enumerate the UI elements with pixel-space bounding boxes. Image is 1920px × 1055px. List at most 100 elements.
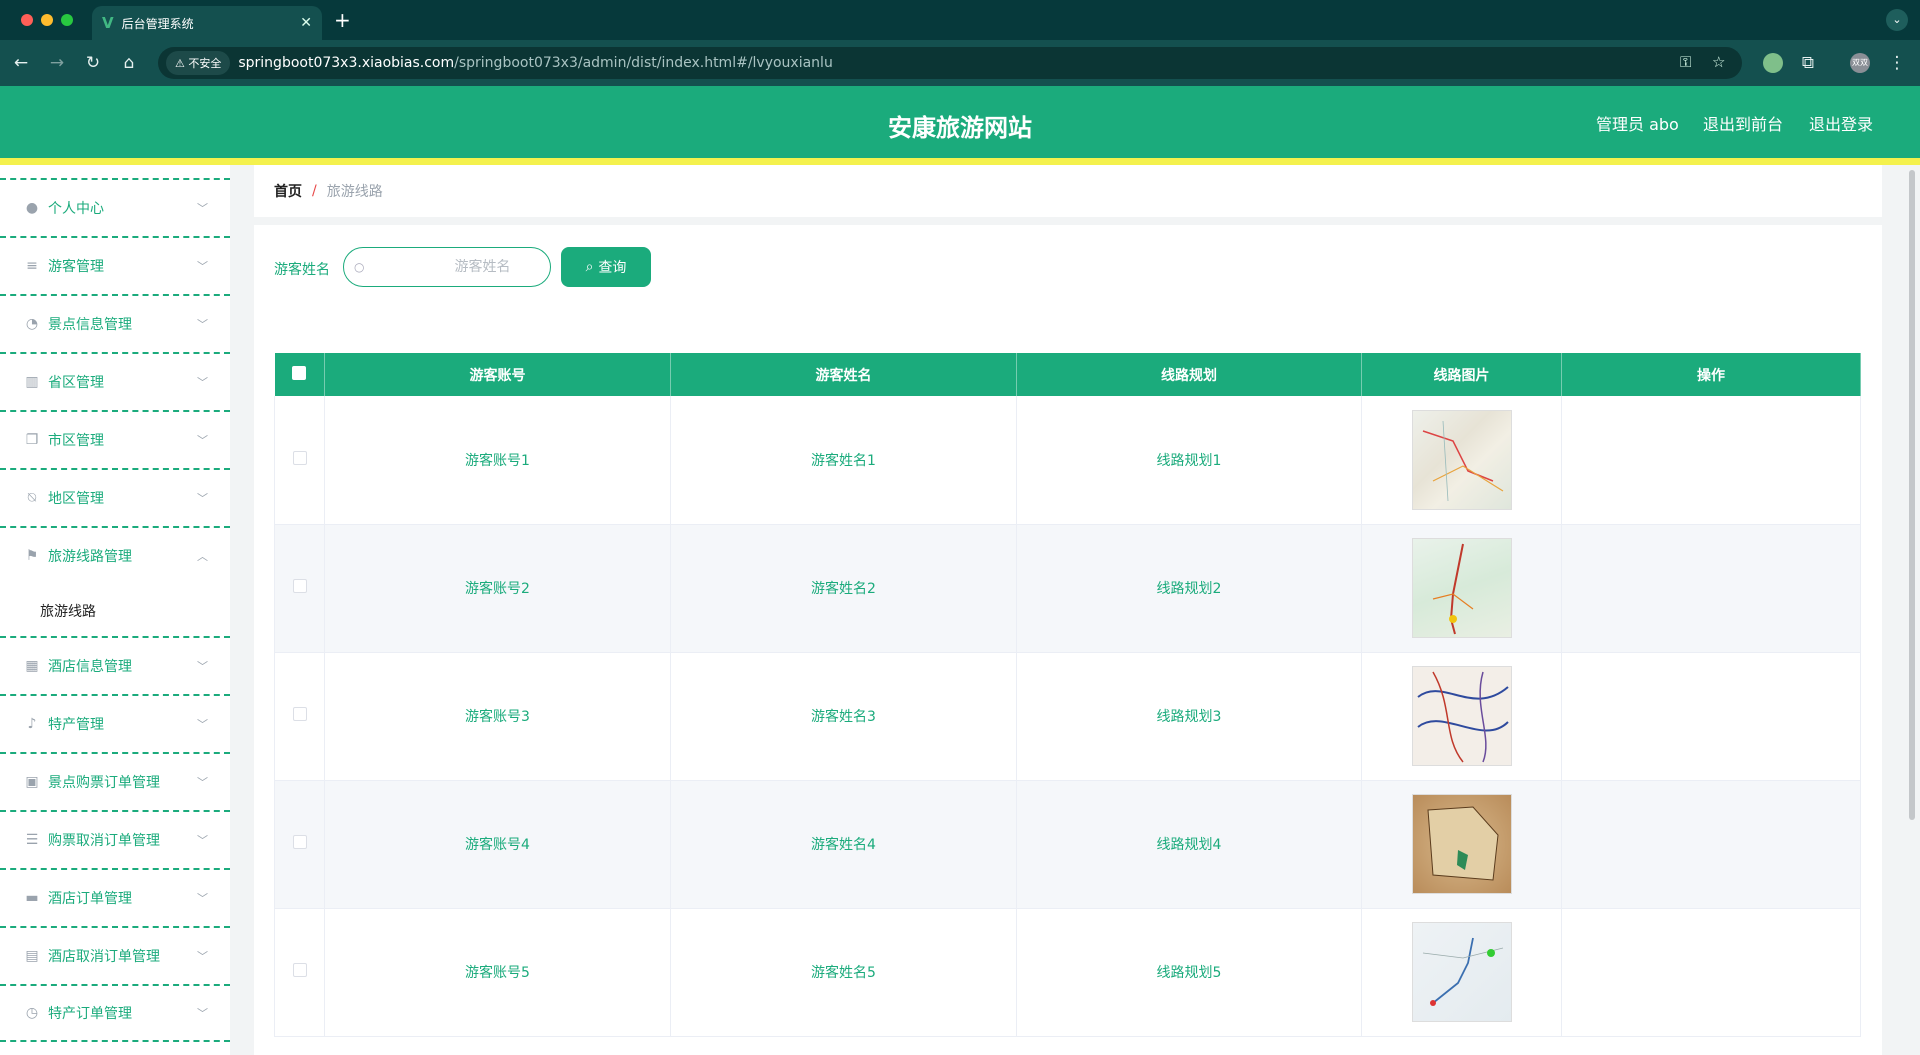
extensions-puzzle-icon[interactable]: ⧉	[1797, 52, 1819, 74]
reload-icon[interactable]: ↻	[82, 52, 104, 74]
tab-title: 后台管理系统	[121, 16, 194, 31]
search-label: 游客姓名	[274, 262, 330, 278]
table-row: 游客账号1 游客姓名1 线路规划1	[274, 396, 1861, 525]
close-window-icon[interactable]	[21, 14, 33, 26]
col-name: 游客姓名	[670, 353, 1017, 396]
not-secure-badge[interactable]: ⚠ 不安全	[166, 51, 231, 75]
chevron-down-icon: ﹀	[197, 776, 208, 789]
chevron-down-icon: ﹀	[197, 260, 208, 273]
route-map-thumbnail[interactable]	[1411, 794, 1512, 894]
chevron-down-icon: ﹀	[197, 434, 208, 447]
microphone-icon: ♪	[27, 716, 37, 732]
browser-menu-icon[interactable]: ⋮	[1886, 52, 1908, 74]
cell-account: 游客账号3	[324, 652, 671, 781]
sidebar-item-city-mgmt[interactable]: ❐ 市区管理 ﹀	[0, 410, 230, 468]
forward-icon[interactable]: →	[46, 52, 68, 74]
chevron-down-icon: ﹀	[197, 660, 208, 673]
table-row: 游客账号3 游客姓名3 线路规划3	[274, 652, 1861, 781]
map-lines	[1416, 671, 1509, 763]
bookmark-star-icon[interactable]: ☆	[1712, 53, 1725, 71]
search-field[interactable]: ○	[343, 247, 551, 287]
back-icon[interactable]: ←	[10, 52, 32, 74]
cell-account: 游客账号4	[324, 780, 671, 909]
cell-actions	[1561, 524, 1861, 653]
password-key-icon[interactable]: ⚿	[1680, 53, 1691, 71]
chevron-down-icon: ﹀	[197, 892, 208, 905]
sidebar-item-label: 地区管理	[48, 491, 104, 507]
sidebar-item-specialty-mgmt[interactable]: ♪ 特产管理 ﹀	[0, 694, 230, 752]
cell-account: 游客账号2	[324, 524, 671, 653]
select-all-cell[interactable]	[274, 353, 325, 396]
row-checkbox[interactable]	[292, 707, 307, 721]
sidebar-item-label: 省区管理	[48, 375, 104, 391]
profile-avatar[interactable]: 双双	[1850, 53, 1870, 73]
col-actions: 操作	[1561, 353, 1861, 396]
sidebar-item-label: 酒店取消订单管理	[48, 949, 160, 965]
url-field[interactable]: ⚠ 不安全 springboot073x3.xiaobias.com/sprin…	[158, 47, 1742, 79]
tab-search-chevron-icon[interactable]: ⌄	[1886, 9, 1908, 31]
breadcrumb-home[interactable]: 首页	[274, 181, 302, 201]
sidebar-item-province-mgmt[interactable]: ▥ 省区管理 ﹀	[0, 352, 230, 410]
grid-icon: ▦	[25, 658, 39, 674]
query-button[interactable]: ⌕ 查询	[561, 247, 651, 287]
sidebar-item-visitor-mgmt[interactable]: ≡ 游客管理 ﹀	[0, 236, 230, 294]
row-checkbox[interactable]	[292, 450, 307, 465]
sidebar-subitem-route[interactable]: 旅游线路	[0, 584, 230, 638]
table-row: 游客账号4 游客姓名4 线路规划4	[274, 780, 1861, 909]
route-table: 游客账号 游客姓名 线路规划 线路图片 操作 游客账号1 游客姓名1 线路规划1…	[274, 353, 1861, 1037]
row-checkbox[interactable]	[292, 835, 307, 849]
cell-name: 游客姓名4	[670, 780, 1017, 909]
logout-link[interactable]: 退出登录	[1809, 111, 1873, 135]
cell-actions	[1561, 652, 1861, 781]
cell-route: 线路规划4	[1016, 780, 1362, 909]
route-map-thumbnail[interactable]	[1411, 922, 1512, 1022]
url-path: /springboot073x3/admin/dist/index.html#/…	[454, 55, 833, 71]
cell-actions	[1561, 908, 1861, 1037]
sidebar-item-label: 游客管理	[48, 259, 104, 275]
bell-off-icon: ⍉	[27, 490, 37, 506]
sidebar-item-hotel-orders[interactable]: ▬ 酒店订单管理 ﹀	[0, 868, 230, 926]
browser-tab[interactable]: V 后台管理系统 ✕	[92, 6, 322, 40]
sidebar-item-ticket-orders[interactable]: ▣ 景点购票订单管理 ﹀	[0, 752, 230, 810]
search-icon: ⌕	[585, 259, 594, 275]
current-user: 管理员 abo	[1596, 115, 1679, 134]
table-header-row: 游客账号 游客姓名 线路规划 线路图片 操作	[274, 353, 1861, 396]
clipboard-icon: ▣	[25, 774, 39, 790]
table-row: 游客账号2 游客姓名2 线路规划2	[274, 524, 1861, 653]
menu-lines-icon: ☰	[25, 832, 39, 848]
sidebar: ● 个人中心 ﹀ ≡ 游客管理 ﹀ ◔ 景点信息管理 ﹀ ▥ 省区管理 ﹀ ❐ …	[0, 165, 230, 1055]
cell-actions	[1561, 780, 1861, 909]
sidebar-item-ticket-cancel-orders[interactable]: ☰ 购票取消订单管理 ﹀	[0, 810, 230, 868]
page-scrollbar[interactable]	[1909, 170, 1915, 820]
visitor-name-input[interactable]	[364, 259, 535, 275]
row-checkbox[interactable]	[292, 963, 307, 977]
cell-account: 游客账号1	[324, 396, 671, 525]
table-row: 游客账号5 游客姓名5 线路规划5	[274, 908, 1861, 1037]
new-tab-icon[interactable]: +	[334, 8, 351, 32]
sidebar-item-route-mgmt[interactable]: ⚑ 旅游线路管理 ︿	[0, 526, 230, 584]
route-map-thumbnail[interactable]	[1411, 409, 1512, 510]
route-map-thumbnail[interactable]	[1411, 538, 1512, 638]
route-map-thumbnail[interactable]	[1411, 666, 1512, 766]
sidebar-item-personal-center[interactable]: ● 个人中心 ﹀	[0, 178, 230, 236]
minimize-window-icon[interactable]	[41, 14, 53, 26]
printer-icon: ▤	[25, 948, 39, 964]
sidebar-item-label: 个人中心	[48, 201, 104, 217]
sidebar-item-hotel-info[interactable]: ▦ 酒店信息管理 ﹀	[0, 636, 230, 694]
select-all-checkbox[interactable]	[292, 365, 307, 380]
row-checkbox[interactable]	[292, 579, 307, 593]
cell-route: 线路规划5	[1016, 908, 1362, 1037]
extension-icon[interactable]	[1763, 53, 1783, 73]
chevron-down-icon: ﹀	[197, 950, 208, 963]
gauge-icon: ◔	[25, 316, 39, 332]
sidebar-item-area-mgmt[interactable]: ⍉ 地区管理 ﹀	[0, 468, 230, 526]
home-icon[interactable]: ⌂	[118, 52, 140, 74]
cell-actions	[1561, 396, 1861, 525]
tab-close-icon[interactable]: ✕	[300, 15, 312, 31]
sidebar-item-hotel-cancel-orders[interactable]: ▤ 酒店取消订单管理 ﹀	[0, 926, 230, 984]
sidebar-item-label: 景点信息管理	[48, 317, 132, 333]
sidebar-item-specialty-orders[interactable]: ◷ 特产订单管理 ﹀	[0, 984, 230, 1042]
maximize-window-icon[interactable]	[61, 14, 73, 26]
exit-to-front-link[interactable]: 退出到前台	[1703, 111, 1783, 135]
sidebar-item-scenic-info[interactable]: ◔ 景点信息管理 ﹀	[0, 294, 230, 352]
